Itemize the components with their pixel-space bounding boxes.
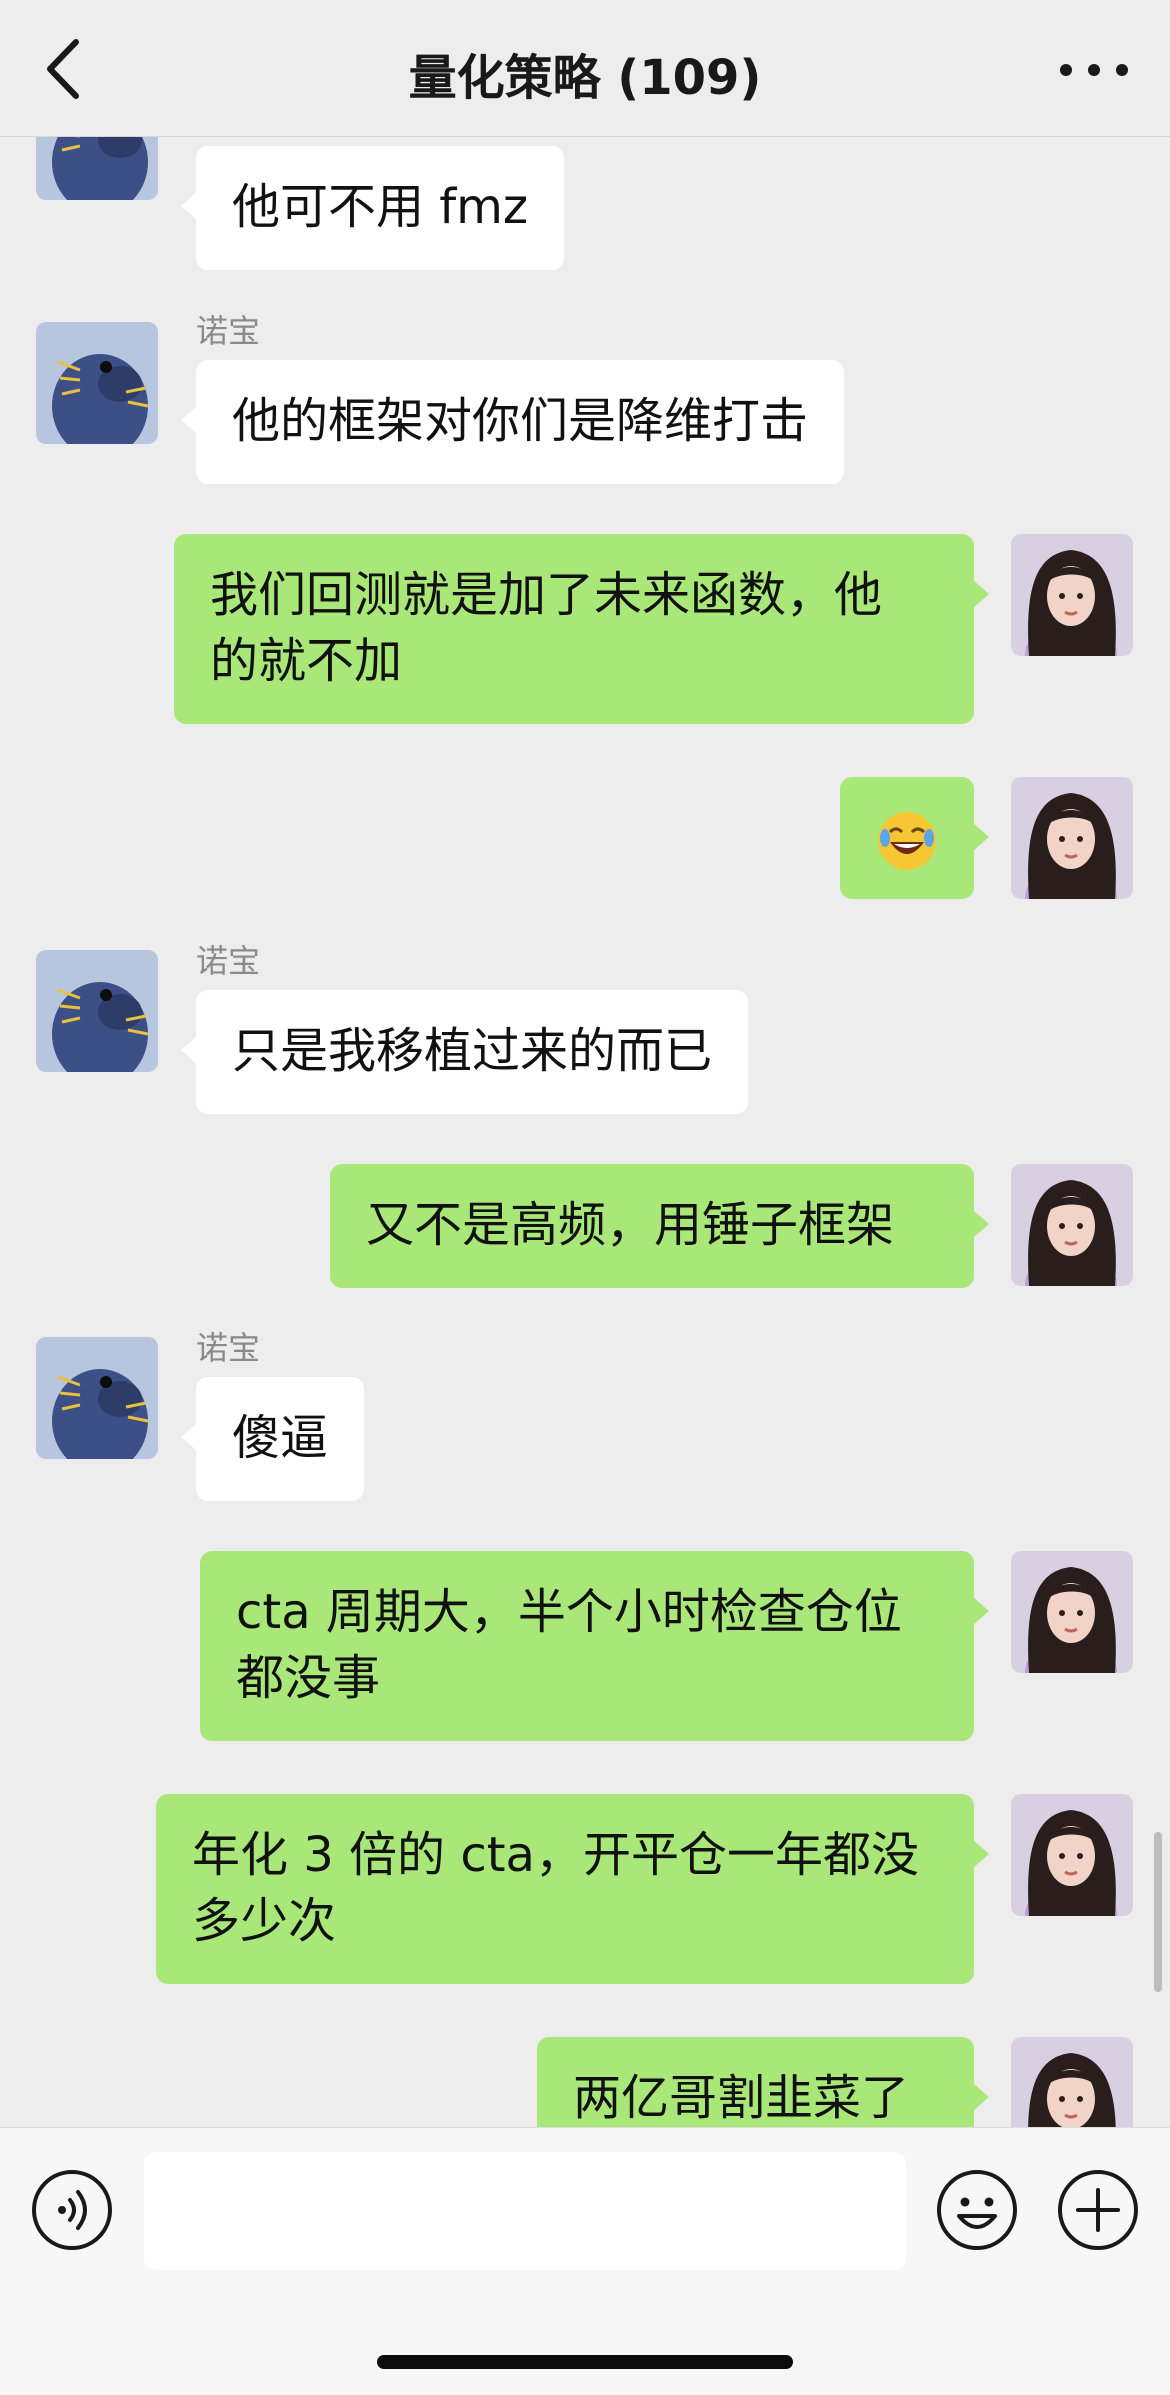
sender-avatar[interactable] (36, 137, 158, 200)
message-bubble[interactable]: 傻逼 (180, 1377, 365, 1501)
message-text: 我们回测就是加了未来函数，他 的就不加 (210, 567, 883, 689)
message-bubble[interactable]: 他可不用 fmz (180, 146, 565, 270)
sender-name: 诺宝 (196, 1329, 261, 1367)
message-text: 两亿哥割韭菜了 (573, 2070, 910, 2126)
sender-avatar[interactable] (36, 950, 158, 1072)
message-text: 他可不用 fmz (232, 179, 529, 235)
page-title: 量化策略 (109) (408, 50, 762, 106)
more-functions-button[interactable] (1056, 2168, 1140, 2252)
message-text: cta 周期大，半个小时检查仓位 都没事 (236, 1584, 902, 1706)
own-avatar[interactable] (1011, 1551, 1133, 1673)
voice-icon (32, 2170, 112, 2250)
own-avatar[interactable] (1011, 1794, 1133, 1916)
message-text: 傻逼 (232, 1410, 329, 1466)
home-indicator (377, 2355, 793, 2369)
own-avatar[interactable] (1011, 534, 1133, 656)
chat-header: 量化策略 (109) (0, 0, 1170, 137)
message-text: 年化 3 倍的 cta，开平仓一年都没 多少次 (192, 1827, 919, 1949)
sender-name: 诺宝 (196, 312, 261, 350)
sender-avatar[interactable] (36, 1337, 158, 1459)
more-dots-icon (1060, 64, 1128, 76)
message-text: 只是我移植过来的而已 (232, 1023, 713, 1079)
message-bubble[interactable]: cta 周期大，半个小时检查仓位 都没事 (200, 1551, 989, 1741)
own-avatar[interactable] (1011, 2037, 1133, 2127)
voice-button[interactable] (30, 2168, 114, 2252)
message-bubble[interactable]: 只是我移植过来的而已 (180, 990, 749, 1114)
message-text: 他的框架对你们是降维打击 (232, 393, 809, 449)
plus-icon (1058, 2170, 1138, 2250)
own-avatar[interactable] (1011, 777, 1133, 899)
message-text: 又不是高频，用锤子框架 (366, 1197, 895, 1253)
scrollbar[interactable] (1154, 1832, 1162, 1992)
message-list[interactable]: 他可不用 fmz 诺宝 他的框架对你们是降维打击 我们回测就是加了未来函数，他 … (0, 137, 1170, 2127)
own-avatar[interactable] (1011, 1164, 1133, 1286)
message-bubble[interactable] (840, 777, 989, 899)
message-bubble[interactable]: 年化 3 倍的 cta，开平仓一年都没 多少次 (156, 1794, 989, 1984)
joy-emoji-icon (876, 810, 938, 872)
message-input[interactable] (144, 2152, 906, 2270)
emoji-button[interactable] (935, 2168, 1019, 2252)
message-bubble[interactable]: 两亿哥割韭菜了 (537, 2037, 989, 2127)
message-bubble[interactable]: 他的框架对你们是降维打击 (180, 360, 845, 484)
more-button[interactable] (1054, 52, 1134, 88)
message-bubble[interactable]: 我们回测就是加了未来函数，他 的就不加 (174, 534, 989, 724)
smile-icon (937, 2170, 1017, 2250)
sender-avatar[interactable] (36, 322, 158, 444)
sender-name: 诺宝 (196, 942, 261, 980)
message-bubble[interactable]: 又不是高频，用锤子框架 (330, 1164, 989, 1288)
